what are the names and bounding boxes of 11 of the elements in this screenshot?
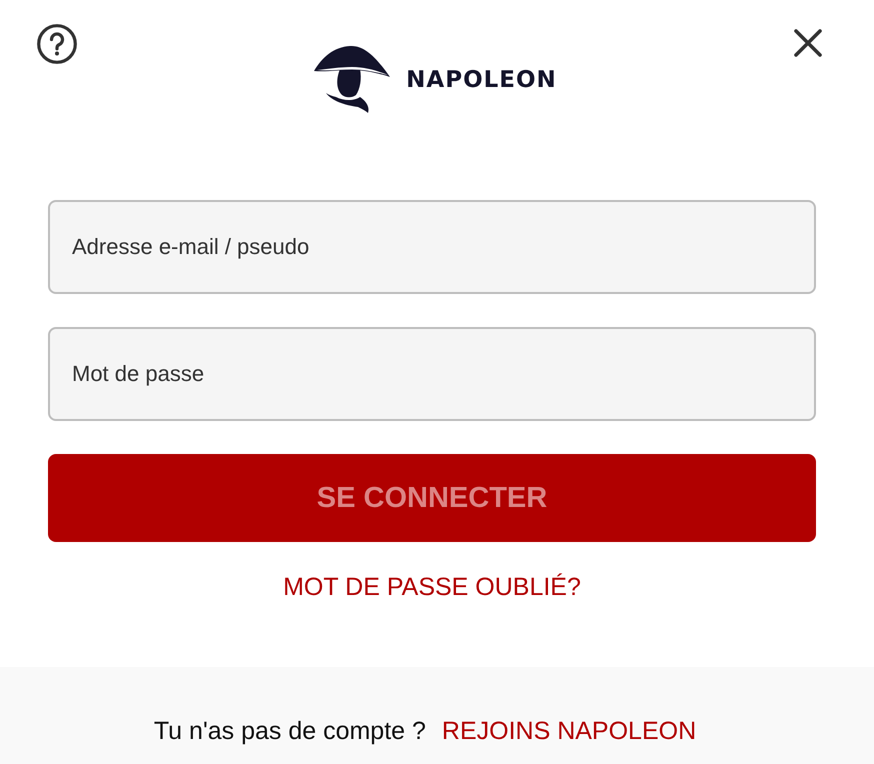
bicorne-hat-silhouette-icon: [314, 45, 392, 113]
signup-prompt: Tu n'as pas de compte ?: [154, 716, 426, 746]
signup-link[interactable]: REJOINS NAPOLEON: [442, 716, 696, 746]
close-icon: [794, 29, 822, 57]
close-button[interactable]: [794, 29, 822, 57]
logo-wordmark: NAPOLEON: [406, 66, 557, 94]
help-button[interactable]: [37, 24, 77, 64]
help-icon: [37, 24, 77, 64]
password-field[interactable]: Mot de passe: [48, 327, 816, 421]
forgot-password-link[interactable]: MOT DE PASSE OUBLIÉ?: [283, 572, 581, 602]
email-field[interactable]: Adresse e-mail / pseudo: [48, 200, 816, 294]
